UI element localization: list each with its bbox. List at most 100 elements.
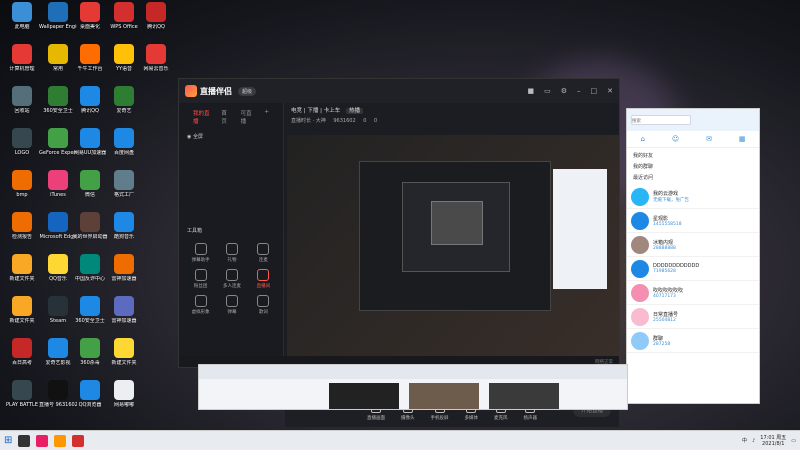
scene-label: 全屏 [192, 134, 203, 140]
desktop-icon[interactable]: 我的世界启动器 [72, 212, 108, 252]
desktop-icon[interactable]: 腾讯QQ [138, 2, 174, 42]
desktop-icon[interactable]: 雷神加速器 [106, 254, 142, 294]
notification-icon[interactable]: ▭ [791, 438, 796, 444]
avatar-icon[interactable]: ■ [527, 87, 534, 95]
desktop-icon[interactable]: 常用 [40, 44, 76, 84]
taskbar-app-icon[interactable] [36, 434, 49, 447]
desktop-icon[interactable]: 千牛工作台 [72, 44, 108, 84]
start-icon[interactable]: ⊞ [4, 435, 12, 446]
tab-home[interactable]: 首页 [221, 109, 230, 125]
contacts-icon[interactable]: ☺ [672, 135, 679, 143]
chat-row[interactable]: DDDDDDDDDDDD 71985628 [627, 257, 759, 281]
avatar [631, 307, 649, 326]
desktop-icon[interactable]: Microsoft Edge [40, 212, 76, 252]
desktop-icon[interactable]: 格式工厂 [106, 170, 142, 210]
chat-row[interactable]: 星观影 1455558518 [627, 209, 759, 233]
add-scene-icon[interactable]: + [264, 109, 269, 125]
contact-group[interactable]: 我的好友 [633, 150, 753, 161]
desktop-icon[interactable]: GeForce Experience [39, 128, 77, 168]
desktop-icon[interactable]: 百度网盘 [106, 128, 142, 168]
search-input[interactable] [631, 115, 691, 125]
desktop-icon-image [114, 170, 134, 190]
tool-item[interactable]: 多人连麦 [216, 269, 247, 289]
desktop-icon[interactable]: 新建文件夹 [106, 338, 142, 378]
desktop-icon[interactable]: 中国反诈中心 [72, 254, 108, 294]
chat-row[interactable]: 我的云游戏 无痕下载，免广告 [627, 185, 759, 209]
home-icon[interactable]: ⌂ [640, 135, 644, 143]
maximize-icon[interactable]: □ [591, 87, 598, 95]
desktop-icon[interactable]: QQ浏览器 [72, 380, 108, 420]
taskbar-app-icon[interactable] [72, 434, 85, 447]
chat-row[interactable]: 冰箱内观 28888888 [627, 233, 759, 257]
chat-icon[interactable]: ✉ [706, 135, 712, 143]
tool-item[interactable]: 礼物 [216, 243, 247, 263]
desktop-icon[interactable]: 360杀毒 [72, 338, 108, 378]
minimize-icon[interactable]: – [577, 87, 581, 95]
desktop-icon[interactable]: 360安全卫士 [72, 296, 108, 336]
contact-group[interactable]: 我的群聊 [633, 161, 753, 172]
desktop-icon[interactable]: 百日高考 [4, 338, 40, 378]
desktop-icon[interactable]: 网易UU加速器 [72, 128, 108, 168]
taskbar-app-icon[interactable] [18, 434, 31, 447]
tab-available[interactable]: 可直播 [241, 109, 255, 125]
apps-icon[interactable]: ▦ [739, 135, 746, 143]
tool-item[interactable]: 歌词 [248, 295, 279, 315]
desktop-icon[interactable]: 腾讯QQ [72, 86, 108, 126]
thumbnail[interactable] [489, 383, 559, 409]
tool-item[interactable]: 连麦 [248, 243, 279, 263]
tool-label: 弹幕 [227, 310, 237, 315]
settings-icon[interactable]: ⚙ [561, 87, 567, 95]
tool-item[interactable]: 弹幕 [216, 295, 247, 315]
tool-item[interactable]: 粉丝团 [185, 269, 216, 289]
desktop-icon[interactable]: QQ音乐 [40, 254, 76, 294]
desktop-icon[interactable]: 新建文件夹 [4, 254, 40, 294]
desktop-icon-image [12, 2, 32, 22]
desktop-icon[interactable]: iTunes [40, 170, 76, 210]
volume-icon[interactable]: ♪ [752, 438, 755, 444]
tool-item[interactable]: 虚拟形象 [185, 295, 216, 315]
desktop-icon[interactable]: 计算机管理 [4, 44, 40, 84]
desktop-icon[interactable]: WPS Office [106, 2, 142, 42]
desktop-icon[interactable]: 爱奇艺 [106, 86, 142, 126]
desktop-icon[interactable]: Wallpaper Engine:... [39, 2, 77, 42]
scene-item[interactable]: ◉ 全屏 [179, 131, 283, 142]
tab-my-live[interactable]: 我的直播 [193, 109, 211, 125]
desktop-icon[interactable]: 桌面美化 [72, 2, 108, 42]
clock[interactable]: 17:01 周五 2021/8/1 [760, 435, 786, 447]
close-icon[interactable]: ✕ [607, 87, 613, 95]
ime-indicator[interactable]: 中 [742, 437, 747, 444]
desktop-icon-image [80, 44, 100, 64]
tool-item[interactable]: 弹幕助手 [185, 243, 216, 263]
chat-row[interactable]: 日常直播号 25504812 [627, 305, 759, 329]
desktop-icon[interactable]: 回收站 [4, 86, 40, 126]
eye-icon: ◉ [187, 134, 192, 140]
message-icon[interactable]: ▭ [544, 87, 551, 95]
desktop-icon[interactable]: bmp [4, 170, 40, 210]
tool-item[interactable]: 直播间 [248, 269, 279, 289]
contact-group[interactable]: 最近访问 [633, 172, 753, 183]
desktop-icon-image [12, 128, 32, 148]
thumbnail[interactable] [409, 383, 479, 409]
desktop-icon[interactable]: 新建文件夹 [4, 296, 40, 336]
desktop-icon[interactable]: Steam [40, 296, 76, 336]
desktop-icon[interactable]: 微信 [72, 170, 108, 210]
chat-row[interactable]: 吹吹吹吹吹吹 40717173 [627, 281, 759, 305]
version-badge[interactable]: 超级 [238, 86, 257, 96]
desktop-icon[interactable]: 此电脑 [4, 2, 40, 42]
thumbnail[interactable] [329, 383, 399, 409]
desktop-icon[interactable]: 网易嘟嘟 [106, 380, 142, 420]
desktop-icon[interactable]: LOGO [4, 128, 40, 168]
chat-row[interactable]: 群聊 287258 [627, 329, 759, 353]
desktop-icon[interactable]: 网易云音乐 [138, 44, 174, 84]
desktop-icon[interactable]: 360安全卫士 [40, 86, 76, 126]
desktop-icon[interactable]: 酷狗音乐 [106, 212, 142, 252]
taskbar-app-icon[interactable] [54, 434, 67, 447]
desktop-icon[interactable]: 直播号 9631602 [39, 380, 77, 420]
desktop-icon[interactable]: 雷神加速器 [106, 296, 142, 336]
desktop-icon[interactable]: 爱奇艺影视 [40, 338, 76, 378]
desktop-icon[interactable]: PLAY BATTLE [4, 380, 40, 420]
stream-preview[interactable] [287, 135, 619, 389]
stream-header: 电竞 | 下播 | 卡上车 热播 直播时长 · 大神 9631602 0 0 [285, 103, 619, 131]
desktop-icon[interactable]: YY语音 [106, 44, 142, 84]
desktop-icon[interactable]: 检测报告 [4, 212, 40, 252]
